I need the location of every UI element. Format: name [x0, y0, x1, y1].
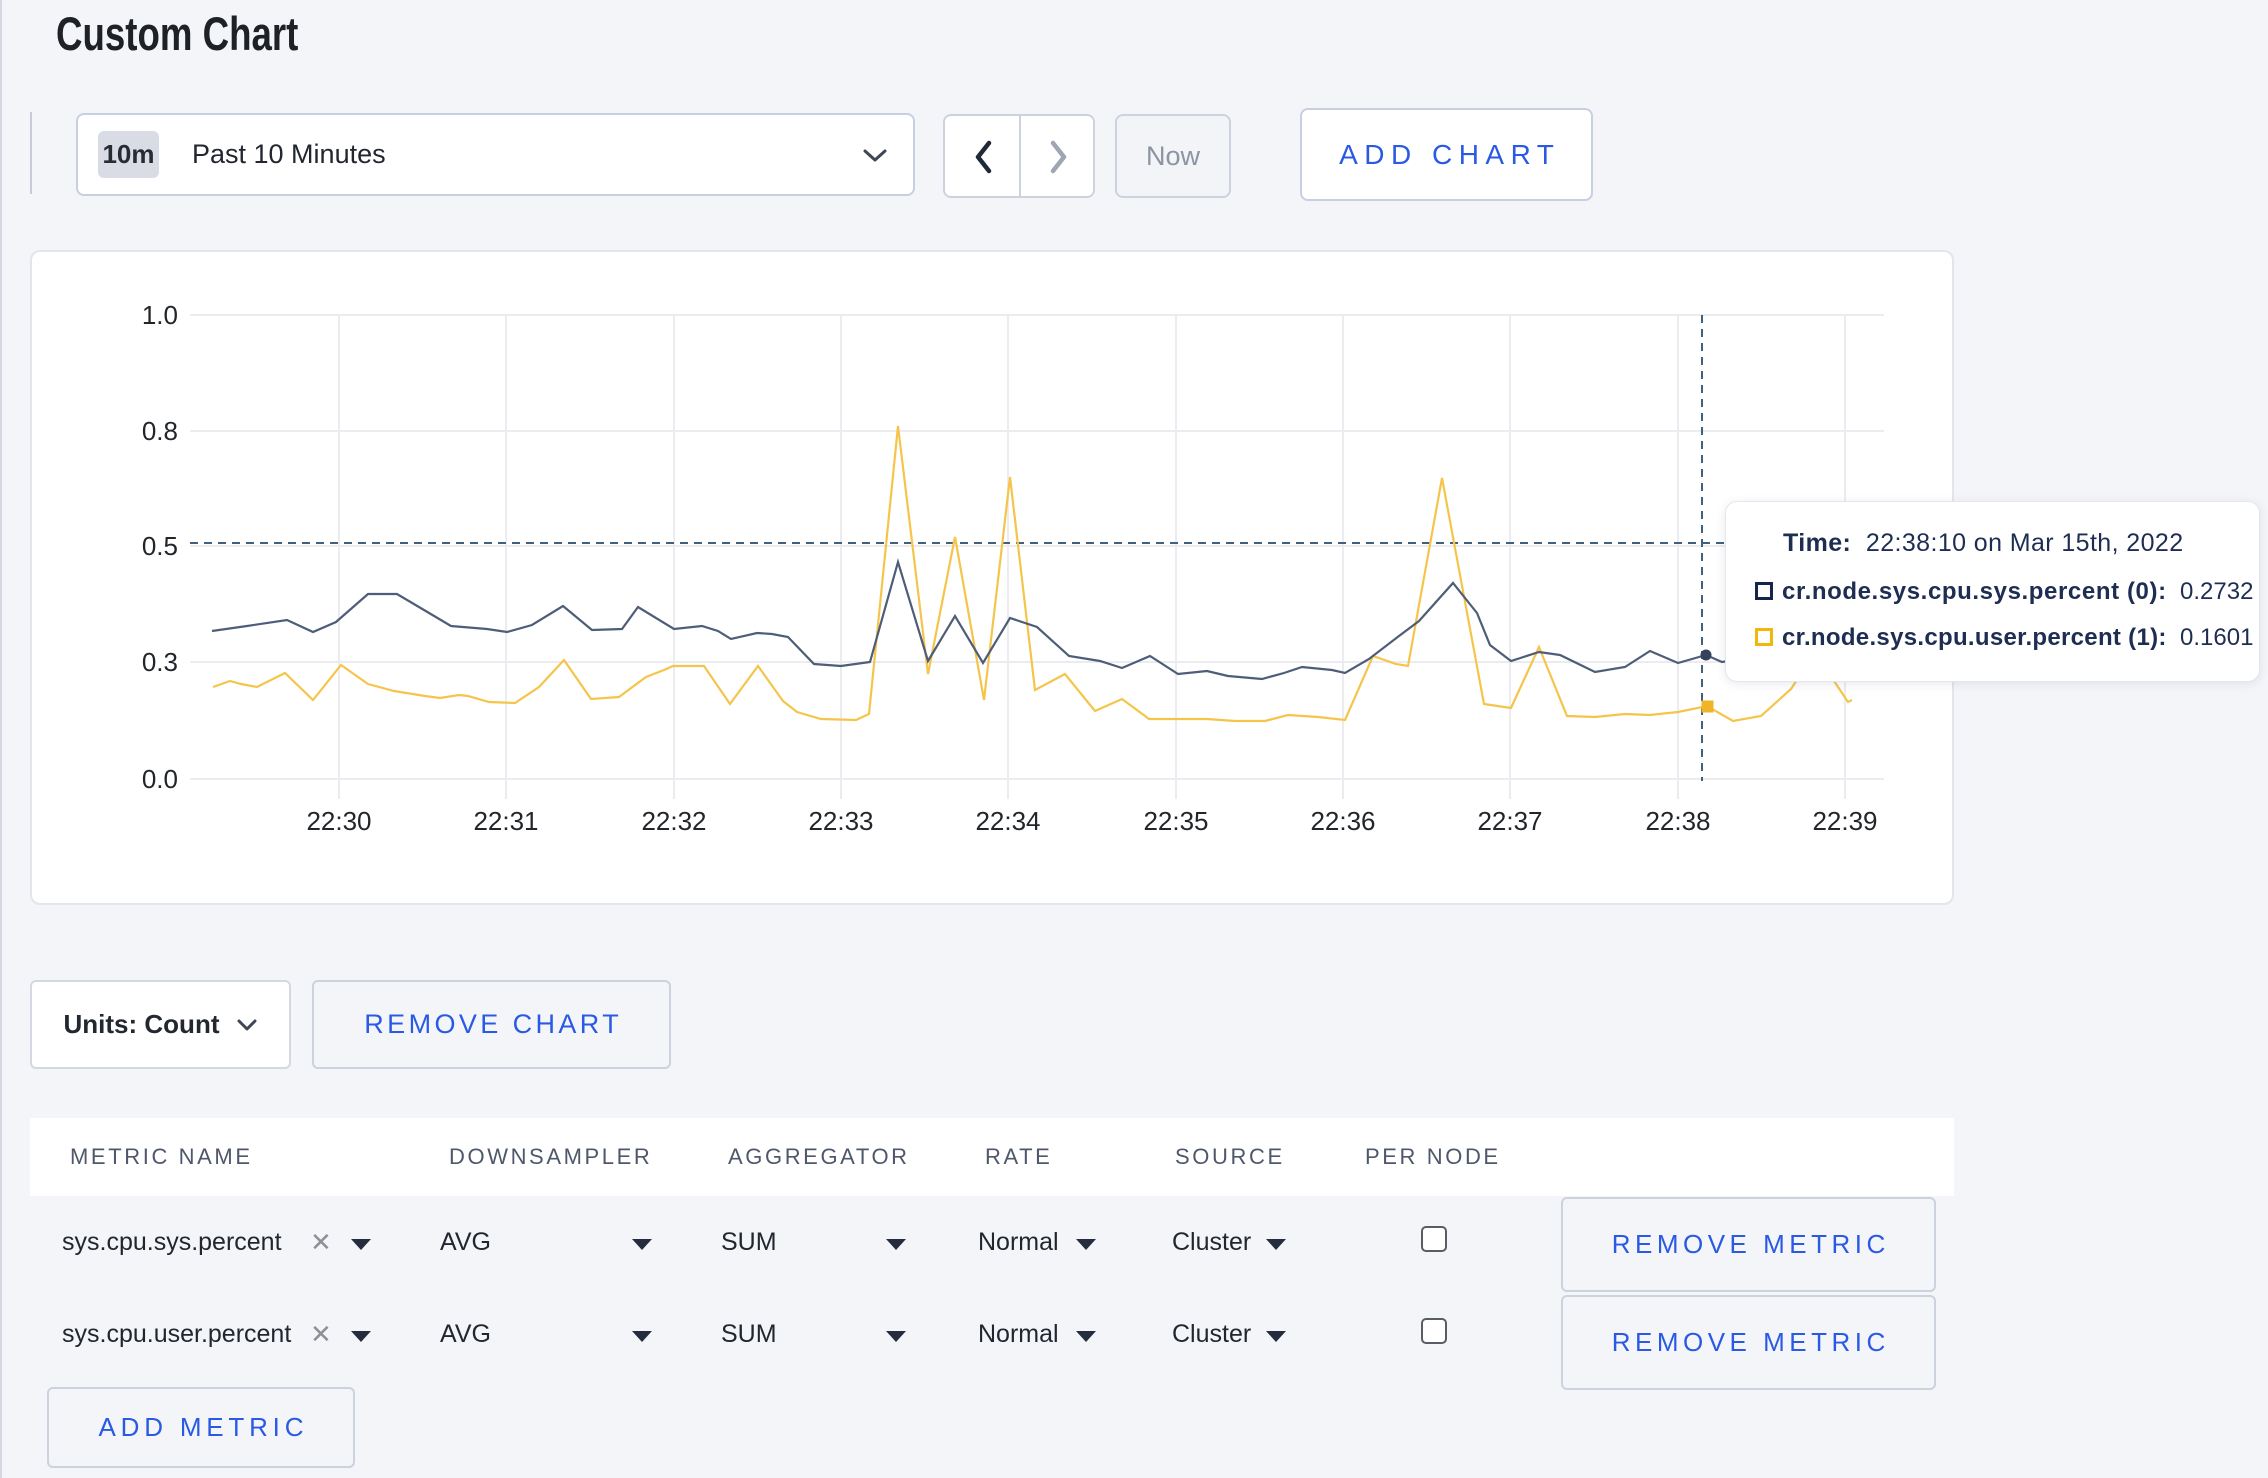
svg-text:22:37: 22:37 — [1477, 806, 1542, 836]
svg-text:0.3: 0.3 — [142, 647, 178, 677]
svg-text:22:34: 22:34 — [975, 806, 1040, 836]
svg-text:1.0: 1.0 — [142, 300, 178, 330]
svg-text:22:30: 22:30 — [306, 806, 371, 836]
svg-text:22:35: 22:35 — [1143, 806, 1208, 836]
svg-text:22:38: 22:38 — [1645, 806, 1710, 836]
svg-text:0.0: 0.0 — [142, 764, 178, 794]
svg-text:22:32: 22:32 — [641, 806, 706, 836]
svg-text:0.5: 0.5 — [142, 531, 178, 561]
svg-text:0.8: 0.8 — [142, 416, 178, 446]
svg-text:22:36: 22:36 — [1310, 806, 1375, 836]
svg-text:22:31: 22:31 — [473, 806, 538, 836]
svg-text:22:39: 22:39 — [1812, 806, 1877, 836]
svg-text:22:33: 22:33 — [808, 806, 873, 836]
